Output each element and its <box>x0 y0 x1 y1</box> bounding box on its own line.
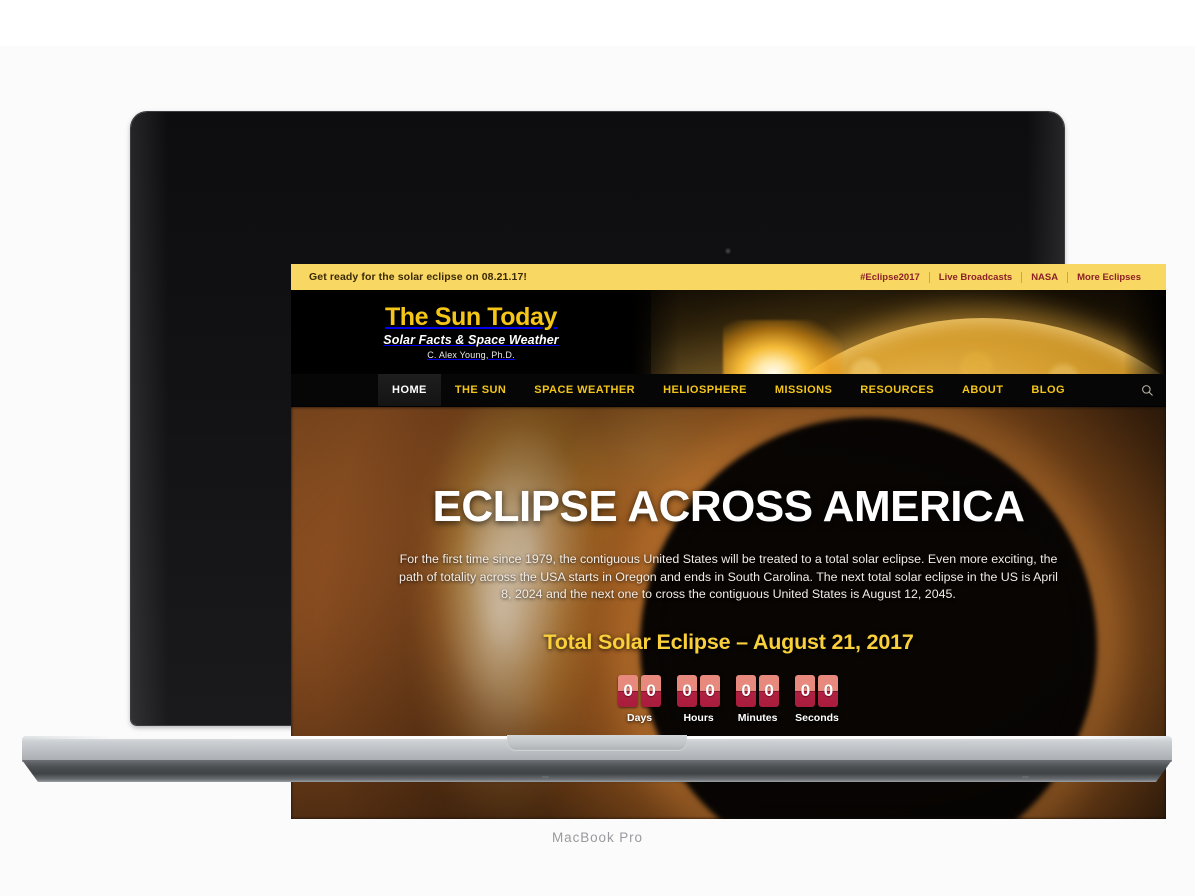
hero-paragraph: For the first time since 1979, the conti… <box>399 552 1058 602</box>
main-nav: HOME THE SUN SPACE WEATHER HELIOSPHERE M… <box>291 374 1166 407</box>
countdown-digits: 0 0 <box>795 674 839 707</box>
countdown-digit: 0 <box>677 674 698 707</box>
base-foot <box>542 776 549 778</box>
alert-link-live-broadcasts[interactable]: Live Broadcasts <box>930 272 1021 283</box>
base-opening-notch <box>507 735 687 751</box>
nav-item-the-sun[interactable]: THE SUN <box>441 374 520 406</box>
sun-banner-image <box>631 290 1166 374</box>
alert-links: #Eclipse2017 Live Broadcasts NASA More E… <box>851 271 1150 283</box>
scene: MacBook Pro Get ready for the solar ecli… <box>0 0 1195 896</box>
nav-item-home[interactable]: HOME <box>378 374 441 406</box>
nav-item-about[interactable]: ABOUT <box>948 374 1017 406</box>
macbook-pro-label: MacBook Pro <box>552 830 643 845</box>
countdown-digits: 0 0 <box>618 674 662 707</box>
logo-title: The Sun Today <box>384 303 558 332</box>
alert-bar: Get ready for the solar eclipse on 08.21… <box>291 264 1166 290</box>
search-icon[interactable] <box>1141 374 1154 406</box>
countdown-unit-seconds: 0 0 Seconds <box>795 674 839 724</box>
site-logo[interactable]: The Sun Today Solar Facts & Space Weathe… <box>291 290 651 374</box>
countdown-digits: 0 0 <box>736 674 780 707</box>
hero-content: ECLIPSE ACROSS AMERICA For the first tim… <box>291 407 1166 776</box>
alert-link-nasa[interactable]: NASA <box>1022 272 1067 283</box>
countdown-label: Seconds <box>795 711 839 724</box>
countdown-label: Hours <box>683 711 714 724</box>
countdown-digit: 0 <box>641 674 662 707</box>
countdown-digit: 0 <box>759 674 780 707</box>
laptop-lid: MacBook Pro Get ready for the solar ecli… <box>131 112 1166 845</box>
nav-item-blog[interactable]: BLOG <box>1017 374 1079 406</box>
countdown-timer: 0 0 Days 0 0 Hours 0 0 Minutes 0 0 Secon… <box>291 674 1166 724</box>
laptop-base <box>22 735 1172 784</box>
countdown-digits: 0 0 <box>677 674 721 707</box>
nav-item-space-weather[interactable]: SPACE WEATHER <box>520 374 649 406</box>
nav-item-missions[interactable]: MISSIONS <box>761 374 846 406</box>
sun-image-edge-fade <box>631 290 1166 374</box>
countdown-label: Days <box>627 711 653 724</box>
nav-item-heliosphere[interactable]: HELIOSPHERE <box>649 374 761 406</box>
photo-top-white-band <box>0 0 1195 46</box>
countdown-digit: 0 <box>736 674 757 707</box>
countdown-digit: 0 <box>700 674 721 707</box>
logo-tagline: Solar Facts & Space Weather <box>383 332 559 347</box>
alert-message: Get ready for the solar eclipse on 08.21… <box>309 271 527 283</box>
countdown-digit: 0 <box>795 674 816 707</box>
alert-link-more-eclipses[interactable]: More Eclipses <box>1068 272 1150 283</box>
hero-title: ECLIPSE ACROSS AMERICA <box>432 482 1025 531</box>
countdown-unit-days: 0 0 Days <box>618 674 662 724</box>
nav-item-resources[interactable]: RESOURCES <box>846 374 948 406</box>
hero-subtitle: Total Solar Eclipse – August 21, 2017 <box>543 629 914 654</box>
countdown-label: Minutes <box>737 711 778 724</box>
base-foot <box>1022 776 1029 778</box>
base-front-edge <box>22 760 1172 782</box>
countdown-unit-hours: 0 0 Hours <box>677 674 721 724</box>
logo-author: C. Alex Young, Ph.D. <box>427 349 515 360</box>
countdown-digit: 0 <box>618 674 639 707</box>
masthead: The Sun Today Solar Facts & Space Weathe… <box>291 290 1166 374</box>
countdown-unit-minutes: 0 0 Minutes <box>736 674 780 724</box>
countdown-digit: 0 <box>818 674 839 707</box>
alert-link-eclipse2017[interactable]: #Eclipse2017 <box>851 272 929 283</box>
webcam-icon <box>725 248 731 254</box>
